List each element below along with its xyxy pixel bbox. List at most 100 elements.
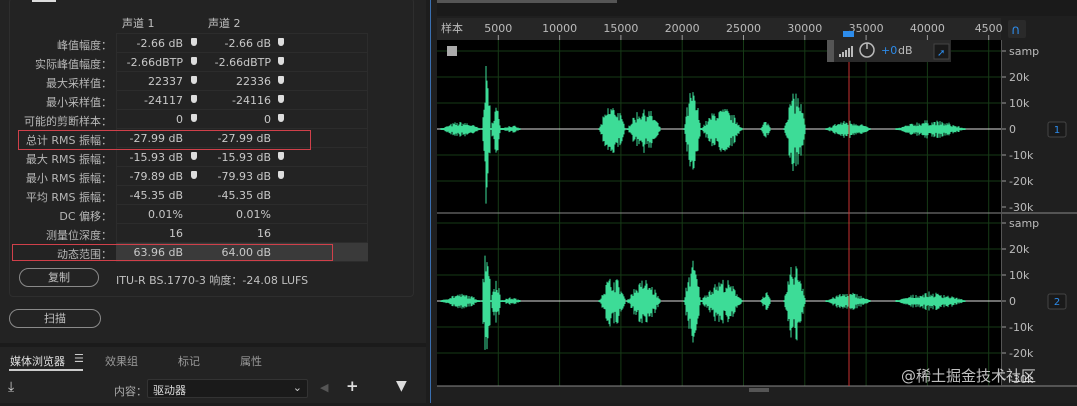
scan-button[interactable]: 扫描 — [9, 309, 101, 328]
stat-value-ch1: 0.01% — [148, 208, 183, 221]
axis-border — [1001, 40, 1002, 386]
tab-media-browser[interactable]: 媒体浏览器 — [10, 353, 65, 369]
stat-row: 可能的剪断样本： 0 0 — [0, 110, 420, 129]
stat-value-ch2: -79.93 dB — [217, 170, 272, 183]
locate-marker-icon[interactable] — [191, 114, 197, 122]
waveform-editor: 样本 5000 10000 15000 20000 25000 30000 35000 4000… — [430, 0, 1077, 403]
horizontal-scrollbar-thumb[interactable] — [749, 388, 769, 392]
add-icon[interactable]: + — [346, 377, 359, 395]
stat-label: 最大采样值： — [46, 77, 112, 90]
stat-row: 峰值幅度： -2.66 dB -2.66 dB — [0, 34, 420, 53]
stat-value-ch1: 16 — [169, 227, 183, 240]
display-toggle-icon[interactable] — [447, 46, 457, 56]
locate-marker-icon[interactable] — [191, 76, 197, 84]
stat-value-ch1: -2.66 dB — [136, 37, 184, 50]
amplitude-axis-label: 0 — [1009, 295, 1016, 308]
amplitude-axis-label: -30k — [1009, 201, 1034, 214]
tab-properties[interactable]: 属性 — [240, 353, 262, 369]
stat-value-ch1: -79.89 dB — [129, 170, 184, 183]
channel-badge[interactable]: 2 — [1047, 293, 1067, 310]
locate-marker-icon[interactable] — [278, 171, 284, 179]
highlight-total-rms — [18, 130, 311, 150]
channel-number: 2 — [1054, 297, 1060, 308]
stat-value-ch2: 16 — [257, 227, 271, 240]
stat-row: 最大采样值： 22337 22336 — [0, 72, 420, 91]
ruler-tick-label: 40000 — [910, 22, 945, 35]
waveform-view[interactable]: 样本 5000 10000 15000 20000 25000 30000 35000 4000… — [431, 0, 1077, 403]
stat-value-ch1: -24117 — [144, 94, 183, 107]
stat-row: 测量位深度： 16 16 — [0, 224, 420, 243]
bottom-panel: 媒体浏览器 ☰ 效果组 标记 属性 ⤓ 内容： 驱动器 ⌄ ◀ + ▼ — [0, 343, 426, 403]
back-arrow-icon[interactable]: ◀ — [320, 381, 328, 394]
stat-row: DC 偏移： 0.01% 0.01% — [0, 205, 420, 224]
stat-label: 测量位深度： — [46, 229, 112, 242]
amplitude-axis-label: 10k — [1009, 269, 1030, 282]
stat-label: 可能的剪断样本： — [24, 115, 112, 128]
stat-row: 最小采样值： -24117 -24116 — [0, 91, 420, 110]
stat-row: 最大 RMS 振幅： -15.93 dB -15.93 dB — [0, 148, 420, 167]
copy-button[interactable]: 复制 — [19, 268, 99, 287]
channel-number: 1 — [1054, 125, 1060, 136]
ruler-unit: 样本 — [441, 21, 463, 35]
locate-marker-icon[interactable] — [278, 76, 284, 84]
ruler-tick-label: 20000 — [665, 22, 700, 35]
stat-value-ch2: 22336 — [236, 75, 271, 88]
locate-marker-icon[interactable] — [191, 171, 197, 179]
stat-value-ch1: -15.93 dB — [129, 151, 184, 164]
locate-marker-icon[interactable] — [191, 38, 197, 46]
stat-value-ch1: -45.35 dB — [129, 189, 184, 202]
level-icon — [839, 54, 841, 57]
playhead-handle[interactable] — [843, 31, 854, 37]
amplitude-axis-label: -20k — [1009, 175, 1034, 188]
locate-marker-icon[interactable] — [278, 95, 284, 103]
stat-value-ch1: 22337 — [148, 75, 183, 88]
stat-value-ch2: -15.93 dB — [217, 151, 272, 164]
locate-marker-icon[interactable] — [191, 95, 197, 103]
stat-value-ch2: -45.35 dB — [217, 189, 272, 202]
amplitude-axis-label: 0 — [1009, 123, 1016, 136]
active-tab-underline — [9, 369, 83, 371]
locate-marker-icon[interactable] — [278, 57, 284, 65]
ruler-tick-label: 4500 — [975, 22, 1003, 35]
loudness-readout: ITU-R BS.1770-3 响度：-24.08 LUFS — [116, 274, 309, 287]
locate-marker-icon[interactable] — [191, 152, 197, 160]
stat-value-ch1: -2.66dBTP — [126, 56, 183, 69]
panel-tab-chip — [32, 0, 56, 2]
tab-markers[interactable]: 标记 — [178, 353, 200, 369]
level-icon — [845, 50, 847, 57]
hud-volume-control[interactable]: +0 dB ➚ — [827, 40, 951, 62]
amplitude-axis-label: 10k — [1009, 97, 1030, 110]
locate-marker-icon[interactable] — [278, 38, 284, 46]
hud-drag-handle[interactable] — [827, 40, 834, 62]
channel-badge[interactable]: 1 — [1047, 121, 1067, 138]
amplitude-axis-label: -20k — [1009, 347, 1034, 360]
amplitude-axis-label: 20k — [1009, 71, 1030, 84]
stat-value-ch2: 0 — [264, 113, 271, 126]
filter-icon[interactable]: ▼ — [396, 378, 407, 394]
ruler-tick-label: 5000 — [484, 22, 512, 35]
amplitude-axis-label: samp — [1009, 217, 1039, 230]
locate-marker-icon[interactable] — [278, 152, 284, 160]
stat-row: 平均 RMS 振幅： -45.35 dB -45.35 dB — [0, 186, 420, 205]
locate-marker-icon[interactable] — [278, 114, 284, 122]
stat-label: 峰值幅度： — [57, 39, 112, 52]
content-dropdown[interactable]: 驱动器 ⌄ — [147, 379, 308, 398]
amplitude-statistics-panel: 声道 1 声道 2 峰值幅度： -2.66 dB -2.66 dB 实际峰值幅度… — [0, 0, 426, 403]
content-value: 驱动器 — [153, 384, 186, 397]
chevron-down-icon: ⌄ — [292, 381, 302, 394]
pin-icon: ➚ — [937, 48, 945, 59]
stat-value-ch2: -24116 — [232, 94, 271, 107]
level-icon — [842, 52, 844, 57]
stat-label: 最小 RMS 振幅： — [25, 172, 112, 185]
magnet-icon: ∩ — [1011, 23, 1021, 38]
ruler-tick-label: 10000 — [542, 22, 577, 35]
overview-viewport[interactable] — [437, 0, 617, 3]
locate-marker-icon[interactable] — [191, 57, 197, 65]
import-icon[interactable]: ⤓ — [8, 379, 14, 395]
panel-menu-icon[interactable]: ☰ — [74, 352, 84, 365]
stat-label: 平均 RMS 振幅： — [25, 191, 112, 204]
ruler-tick-label: 30000 — [787, 22, 822, 35]
highlight-dynamic-range — [12, 244, 333, 261]
tab-effects-rack[interactable]: 效果组 — [105, 353, 138, 369]
stat-label: 最大 RMS 振幅： — [25, 153, 112, 166]
